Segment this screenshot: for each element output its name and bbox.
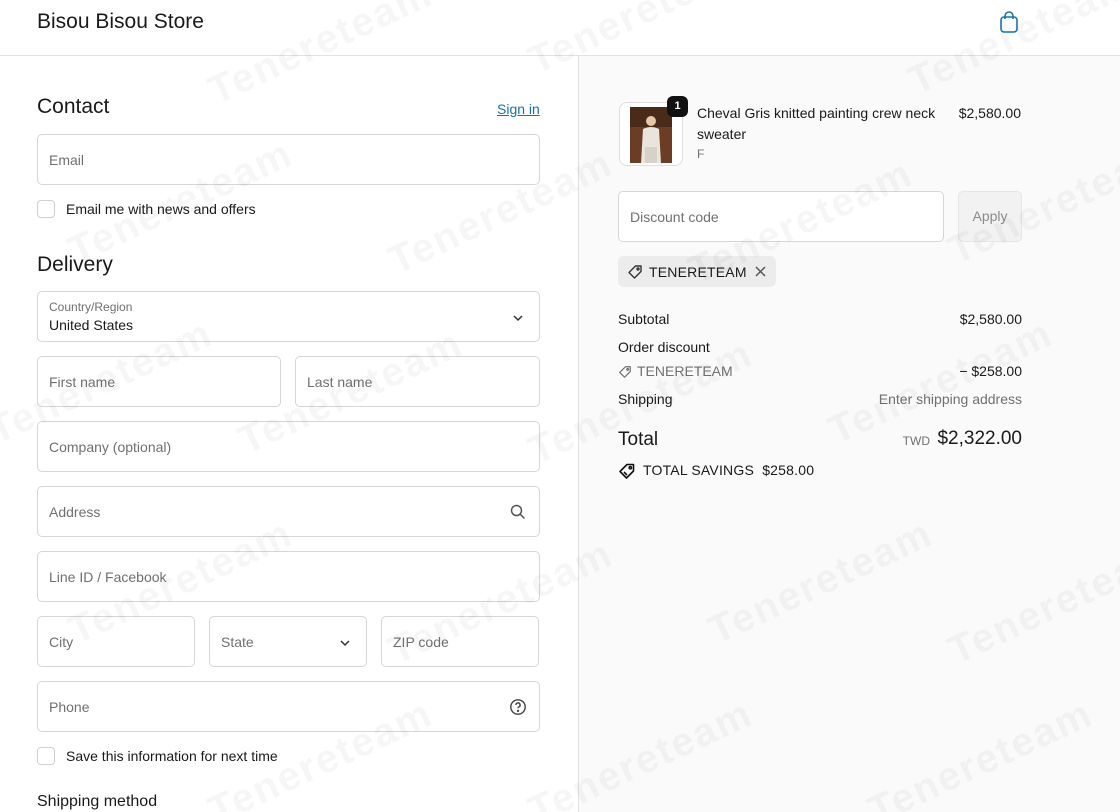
- top-bar: Bisou Bisou Store: [0, 0, 1120, 56]
- phone-field[interactable]: Phone: [37, 681, 540, 732]
- line-facebook-field[interactable]: Line ID / Facebook: [37, 551, 540, 602]
- city-field[interactable]: City: [37, 616, 195, 667]
- search-icon[interactable]: [509, 503, 527, 521]
- company-placeholder: Company (optional): [49, 439, 172, 455]
- subtotal-label: Subtotal: [618, 311, 670, 327]
- product-variant: F: [697, 147, 705, 161]
- order-discount-value: − $258.00: [959, 363, 1022, 379]
- save-info-checkbox[interactable]: [37, 747, 55, 765]
- email-field[interactable]: Email: [37, 134, 540, 185]
- line-facebook-placeholder: Line ID / Facebook: [49, 569, 167, 585]
- address-placeholder: Address: [49, 504, 101, 520]
- applied-discount-chip: TENERETEAM: [618, 256, 776, 287]
- total-savings-text: TOTAL SAVINGS $258.00: [643, 462, 814, 478]
- shipping-label: Shipping: [618, 391, 673, 407]
- shopping-bag-icon[interactable]: [998, 10, 1020, 34]
- city-placeholder: City: [49, 634, 74, 650]
- discount-code-field[interactable]: Discount code: [618, 191, 944, 242]
- product-image: [630, 107, 672, 163]
- product-price: $2,580.00: [958, 105, 1021, 121]
- last-name-placeholder: Last name: [307, 374, 373, 390]
- close-icon[interactable]: [754, 265, 767, 278]
- savings-label: TOTAL SAVINGS: [643, 462, 754, 478]
- contact-heading: Contact: [37, 95, 110, 118]
- product-name: Cheval Gris knitted painting crew neck s…: [697, 105, 936, 142]
- subtotal-row: Subtotal $2,580.00: [618, 311, 1022, 331]
- country-value: United States: [49, 317, 134, 333]
- country-select[interactable]: Country/Region United States: [37, 291, 540, 342]
- zip-field[interactable]: ZIP code: [381, 616, 539, 667]
- country-label: Country/Region: [49, 300, 133, 314]
- order-discount-code-row: TENERETEAM − $258.00: [618, 363, 1022, 383]
- total-row: Total TWD $2,322.00: [618, 427, 1022, 455]
- newsletter-checkbox[interactable]: [37, 200, 55, 218]
- subtotal-value: $2,580.00: [959, 311, 1022, 327]
- save-info-label: Save this information for next time: [66, 748, 278, 764]
- total-label: Total: [618, 429, 659, 450]
- discount-code-placeholder: Discount code: [630, 209, 719, 225]
- first-name-placeholder: First name: [49, 374, 116, 390]
- apply-button[interactable]: Apply: [958, 191, 1022, 242]
- state-select[interactable]: State: [209, 616, 367, 667]
- checkout-form: Contact Sign in Email Email me with news…: [0, 56, 578, 812]
- help-circle-icon[interactable]: [509, 698, 527, 716]
- shipping-method-heading: Shipping method: [37, 793, 158, 810]
- order-discount-code: TENERETEAM: [637, 363, 733, 379]
- phone-placeholder: Phone: [49, 699, 90, 715]
- last-name-field[interactable]: Last name: [295, 356, 540, 407]
- state-placeholder: State: [221, 634, 254, 650]
- total-value: $2,322.00: [937, 428, 1022, 449]
- shipping-value: Enter shipping address: [878, 391, 1022, 407]
- tag-icon: [628, 265, 642, 279]
- store-name[interactable]: Bisou Bisou Store: [37, 10, 204, 34]
- sign-in-link[interactable]: Sign in: [497, 101, 540, 117]
- savings-value: $258.00: [762, 462, 815, 478]
- company-field[interactable]: Company (optional): [37, 421, 540, 472]
- tag-icon: [619, 366, 631, 378]
- order-discount-label: Order discount: [618, 339, 710, 355]
- chevron-down-icon: [340, 640, 350, 647]
- shipping-row: Shipping Enter shipping address: [618, 391, 1022, 411]
- first-name-field[interactable]: First name: [37, 356, 281, 407]
- newsletter-checkbox-row[interactable]: Email me with news and offers: [37, 200, 337, 220]
- save-info-checkbox-row[interactable]: Save this information for next time: [37, 747, 367, 767]
- newsletter-label: Email me with news and offers: [66, 201, 256, 217]
- currency-code: TWD: [902, 434, 930, 448]
- order-discount-row: Order discount: [618, 339, 1022, 359]
- savings-tag-icon: [619, 463, 635, 479]
- applied-discount-code: TENERETEAM: [649, 264, 747, 280]
- address-field[interactable]: Address: [37, 486, 540, 537]
- delivery-heading: Delivery: [37, 253, 113, 276]
- zip-placeholder: ZIP code: [393, 634, 449, 650]
- email-placeholder: Email: [49, 152, 85, 168]
- chevron-down-icon: [513, 315, 523, 322]
- order-summary: 1 Cheval Gris knitted painting crew neck…: [578, 56, 1120, 812]
- quantity-badge: 1: [667, 96, 688, 117]
